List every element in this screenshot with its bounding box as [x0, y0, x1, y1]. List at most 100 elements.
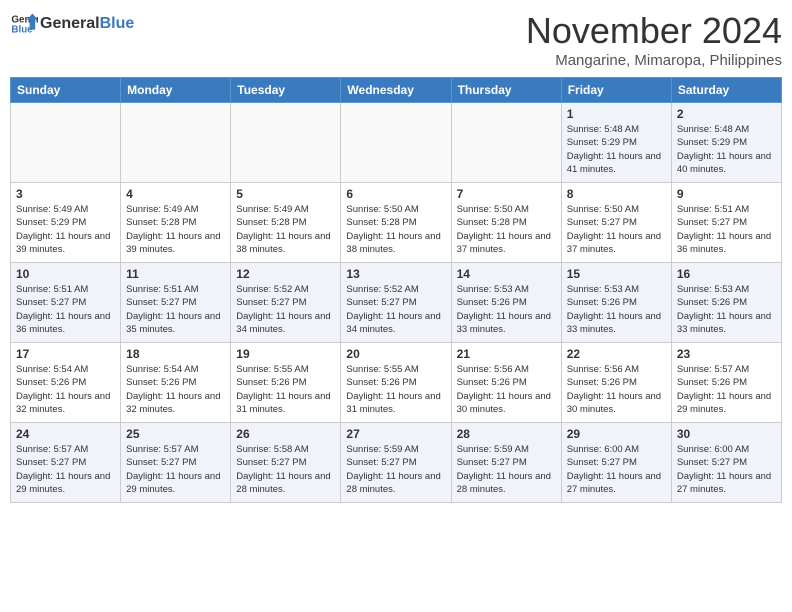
day-number: 29 [567, 427, 666, 441]
day-number: 23 [677, 347, 776, 361]
day-info: Sunrise: 6:00 AM Sunset: 5:27 PM Dayligh… [567, 443, 666, 496]
calendar-week-row: 3 Sunrise: 5:49 AM Sunset: 5:29 PM Daylig… [11, 183, 782, 263]
day-info: Sunrise: 5:52 AM Sunset: 5:27 PM Dayligh… [346, 283, 445, 336]
day-number: 12 [236, 267, 335, 281]
day-number: 1 [567, 107, 666, 121]
calendar-cell: 23 Sunrise: 5:57 AM Sunset: 5:26 PM Dayli… [671, 343, 781, 423]
calendar-cell: 3 Sunrise: 5:49 AM Sunset: 5:29 PM Daylig… [11, 183, 121, 263]
calendar-cell: 26 Sunrise: 5:58 AM Sunset: 5:27 PM Dayli… [231, 423, 341, 503]
calendar-cell: 1 Sunrise: 5:48 AM Sunset: 5:29 PM Daylig… [561, 103, 671, 183]
day-number: 19 [236, 347, 335, 361]
day-number: 17 [16, 347, 115, 361]
calendar-cell: 18 Sunrise: 5:54 AM Sunset: 5:26 PM Dayli… [121, 343, 231, 423]
calendar-cell: 16Sunrise: 5:53 AM Sunset: 5:26 PM Dayli… [671, 263, 781, 343]
calendar-cell: 17 Sunrise: 5:54 AM Sunset: 5:26 PM Dayli… [11, 343, 121, 423]
day-info: Sunrise: 5:57 AM Sunset: 5:27 PM Dayligh… [126, 443, 225, 496]
day-number: 24 [16, 427, 115, 441]
day-info: Sunrise: 5:57 AM Sunset: 5:26 PM Dayligh… [677, 363, 776, 416]
day-number: 26 [236, 427, 335, 441]
day-number: 11 [126, 267, 225, 281]
day-number: 4 [126, 187, 225, 201]
day-info: Sunrise: 5:51 AM Sunset: 5:27 PM Dayligh… [677, 203, 776, 256]
calendar-cell: 21 Sunrise: 5:56 AM Sunset: 5:26 PM Dayli… [451, 343, 561, 423]
day-info: Sunrise: 5:50 AM Sunset: 5:27 PM Dayligh… [567, 203, 666, 256]
logo: General Blue General Blue [10, 10, 134, 38]
weekday-header: Sunday [11, 78, 121, 103]
logo-blue: Blue [100, 15, 135, 33]
day-number: 15 [567, 267, 666, 281]
day-info: Sunrise: 5:48 AM Sunset: 5:29 PM Dayligh… [677, 123, 776, 176]
calendar-cell: 14 Sunrise: 5:53 AM Sunset: 5:26 PM Dayli… [451, 263, 561, 343]
calendar-cell: 9 Sunrise: 5:51 AM Sunset: 5:27 PM Daylig… [671, 183, 781, 263]
logo-icon: General Blue [10, 10, 38, 38]
weekday-header: Thursday [451, 78, 561, 103]
day-info: Sunrise: 5:55 AM Sunset: 5:26 PM Dayligh… [346, 363, 445, 416]
day-number: 28 [457, 427, 556, 441]
calendar-week-row: 1 Sunrise: 5:48 AM Sunset: 5:29 PM Daylig… [11, 103, 782, 183]
day-number: 21 [457, 347, 556, 361]
calendar-header: SundayMondayTuesdayWednesdayThursdayFrid… [11, 78, 782, 103]
calendar-cell: 5Sunrise: 5:49 AM Sunset: 5:28 PM Daylig… [231, 183, 341, 263]
day-info: Sunrise: 5:59 AM Sunset: 5:27 PM Dayligh… [457, 443, 556, 496]
day-number: 6 [346, 187, 445, 201]
calendar-cell: 6 Sunrise: 5:50 AM Sunset: 5:28 PM Daylig… [341, 183, 451, 263]
calendar-body: 1 Sunrise: 5:48 AM Sunset: 5:29 PM Daylig… [11, 103, 782, 503]
calendar-cell: 28 Sunrise: 5:59 AM Sunset: 5:27 PM Dayli… [451, 423, 561, 503]
day-number: 22 [567, 347, 666, 361]
day-number: 30 [677, 427, 776, 441]
weekday-header: Saturday [671, 78, 781, 103]
location-title: Mangarine, Mimaropa, Philippines [526, 52, 782, 69]
weekday-header: Monday [121, 78, 231, 103]
day-number: 20 [346, 347, 445, 361]
calendar-cell: 25 Sunrise: 5:57 AM Sunset: 5:27 PM Dayli… [121, 423, 231, 503]
day-number: 5 [236, 187, 335, 201]
calendar-week-row: 17 Sunrise: 5:54 AM Sunset: 5:26 PM Dayli… [11, 343, 782, 423]
calendar-cell: 11 Sunrise: 5:51 AM Sunset: 5:27 PM Dayli… [121, 263, 231, 343]
month-title: November 2024 [526, 10, 782, 52]
calendar-cell: 12Sunrise: 5:52 AM Sunset: 5:27 PM Dayli… [231, 263, 341, 343]
day-info: Sunrise: 5:51 AM Sunset: 5:27 PM Dayligh… [126, 283, 225, 336]
calendar-cell: 29 Sunrise: 6:00 AM Sunset: 5:27 PM Dayli… [561, 423, 671, 503]
calendar-cell: 13 Sunrise: 5:52 AM Sunset: 5:27 PM Dayli… [341, 263, 451, 343]
calendar-cell: 8Sunrise: 5:50 AM Sunset: 5:27 PM Daylig… [561, 183, 671, 263]
calendar-cell: 20 Sunrise: 5:55 AM Sunset: 5:26 PM Dayli… [341, 343, 451, 423]
calendar-cell: 10Sunrise: 5:51 AM Sunset: 5:27 PM Dayli… [11, 263, 121, 343]
day-info: Sunrise: 5:58 AM Sunset: 5:27 PM Dayligh… [236, 443, 335, 496]
day-number: 18 [126, 347, 225, 361]
day-number: 27 [346, 427, 445, 441]
day-info: Sunrise: 5:49 AM Sunset: 5:28 PM Dayligh… [126, 203, 225, 256]
calendar-cell: 19Sunrise: 5:55 AM Sunset: 5:26 PM Dayli… [231, 343, 341, 423]
day-number: 2 [677, 107, 776, 121]
day-info: Sunrise: 5:53 AM Sunset: 5:26 PM Dayligh… [567, 283, 666, 336]
logo-general: General [40, 15, 100, 33]
page-header: General Blue General Blue November 2024 … [10, 10, 782, 69]
day-info: Sunrise: 5:53 AM Sunset: 5:26 PM Dayligh… [457, 283, 556, 336]
weekday-header: Tuesday [231, 78, 341, 103]
day-info: Sunrise: 5:56 AM Sunset: 5:26 PM Dayligh… [567, 363, 666, 416]
day-info: Sunrise: 5:54 AM Sunset: 5:26 PM Dayligh… [126, 363, 225, 416]
day-number: 13 [346, 267, 445, 281]
calendar-cell: 4 Sunrise: 5:49 AM Sunset: 5:28 PM Daylig… [121, 183, 231, 263]
day-info: Sunrise: 5:53 AM Sunset: 5:26 PM Dayligh… [677, 283, 776, 336]
calendar-cell [121, 103, 231, 183]
calendar-cell: 7Sunrise: 5:50 AM Sunset: 5:28 PM Daylig… [451, 183, 561, 263]
calendar-week-row: 10 Sunrise: 5:51 AM Sunset: 5:27 PM Dayli… [11, 263, 782, 343]
day-number: 14 [457, 267, 556, 281]
day-info: Sunrise: 5:54 AM Sunset: 5:26 PM Dayligh… [16, 363, 115, 416]
day-info: Sunrise: 5:57 AM Sunset: 5:27 PM Dayligh… [16, 443, 115, 496]
day-number: 7 [457, 187, 556, 201]
calendar-cell [341, 103, 451, 183]
day-info: Sunrise: 5:59 AM Sunset: 5:27 PM Dayligh… [346, 443, 445, 496]
day-number: 9 [677, 187, 776, 201]
day-number: 25 [126, 427, 225, 441]
calendar-cell [11, 103, 121, 183]
calendar-cell: 24 Sunrise: 5:57 AM Sunset: 5:27 PM Dayli… [11, 423, 121, 503]
day-number: 10 [16, 267, 115, 281]
day-info: Sunrise: 5:56 AM Sunset: 5:26 PM Dayligh… [457, 363, 556, 416]
day-info: Sunrise: 5:50 AM Sunset: 5:28 PM Dayligh… [346, 203, 445, 256]
day-info: Sunrise: 5:48 AM Sunset: 5:29 PM Dayligh… [567, 123, 666, 176]
calendar-cell: 15 Sunrise: 5:53 AM Sunset: 5:26 PM Dayli… [561, 263, 671, 343]
calendar-cell [451, 103, 561, 183]
day-number: 3 [16, 187, 115, 201]
day-info: Sunrise: 5:49 AM Sunset: 5:29 PM Dayligh… [16, 203, 115, 256]
